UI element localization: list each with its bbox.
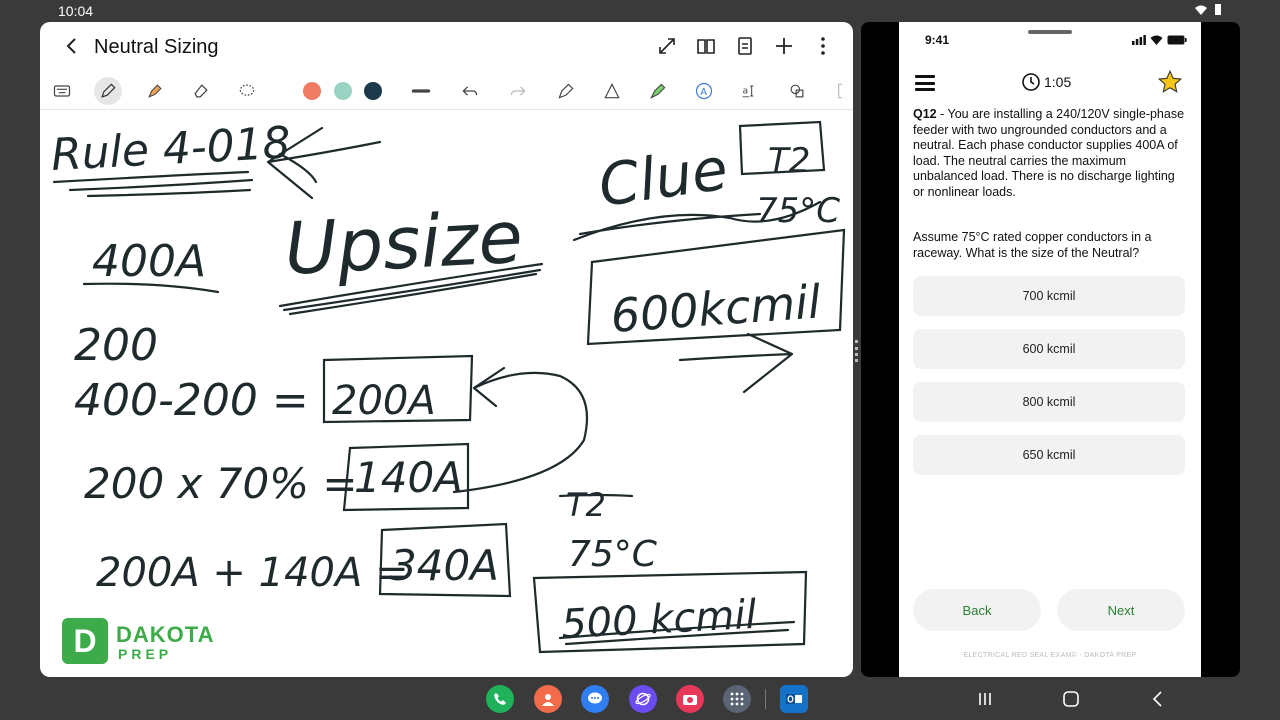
app-footer: ELECTRICAL RED SEAL EXAM© - DAKOTA PREP [963,652,1137,659]
notes-app-window: Neutral Sizing A a Rule 4-018 Upsize 400… [40,22,853,677]
handwriting-box2: 140A [354,453,463,502]
recent-apps-icon[interactable] [975,689,995,709]
handwriting-upsize: Upsize [282,195,524,291]
answer-option-2[interactable]: 600 kcmil [913,329,1185,369]
pen-thickness-icon[interactable] [409,79,433,103]
favorite-star-icon[interactable] [1157,69,1183,95]
handwriting-box1: 200A [332,378,436,424]
phone-app-icon[interactable] [486,685,514,713]
pen-color-coral[interactable] [303,82,321,100]
system-status-bar: 10:04 [0,0,1280,22]
handwriting-load: 400A [92,236,206,287]
handwriting-canvas[interactable]: Rule 4-018 Upsize 400A 200 400-200 = 200… [40,110,853,677]
question-text: Q12 - You are installing a 240/120V sing… [913,107,1189,200]
wifi-icon [1195,5,1207,15]
shapes-icon[interactable] [785,79,809,103]
pen-color-mint[interactable] [334,82,352,100]
eraser-icon[interactable] [189,79,213,103]
wifi-icon [1150,35,1163,45]
dock-separator [765,689,766,709]
messages-app-icon[interactable] [581,685,609,713]
text-style-icon[interactable]: A [692,79,716,103]
handwriting-line2: 400-200 = [74,375,309,426]
page-icon[interactable] [733,34,757,58]
back-arrow-icon[interactable] [60,34,84,58]
handwriting-clue: Clue [594,135,731,220]
browser-app-icon[interactable] [629,685,657,713]
split-view-divider[interactable] [853,22,861,677]
handwriting-line1: 200 [74,320,158,371]
book-view-icon[interactable] [694,34,718,58]
back-button[interactable]: Back [913,589,1041,631]
answer-option-1[interactable]: 700 kcmil [913,276,1185,316]
next-button[interactable]: Next [1057,589,1185,631]
expand-icon[interactable] [655,34,679,58]
highlighter-icon[interactable] [143,79,167,103]
right-arrow [678,332,794,394]
lasso-icon[interactable] [235,79,259,103]
keyboard-icon[interactable] [50,79,74,103]
answer-option-4[interactable]: 650 kcmil [913,435,1185,475]
quiz-app-window: 9:41 1:05 Q12 - You are installing a 240… [899,22,1201,677]
marker-icon[interactable] [646,79,670,103]
more-options-icon[interactable] [811,34,835,58]
handwriting-box3: 340A [390,541,499,590]
handwriting-box-bottom: 500 kcmil [560,592,758,648]
logo-word-prep: PREP [118,646,173,662]
undo-icon[interactable] [458,79,482,103]
battery-icon [1215,4,1221,15]
text-box-icon[interactable]: a [738,79,762,103]
question-number: Q12 [913,107,937,121]
logo-mark: D [62,618,108,664]
divider-handle[interactable] [855,340,858,362]
battery-icon [1167,35,1187,45]
camera-app-icon[interactable] [676,685,704,713]
svg-text:A: A [700,87,707,98]
loop-arrow [452,366,588,494]
more-tools-icon[interactable] [830,79,853,103]
handwriting-line3: 200 x 70% = [84,459,358,508]
logo-word-dakota: DAKOTA [116,622,215,647]
pen-icon[interactable] [94,77,122,105]
quiz-timer: 1:05 [1021,72,1071,92]
clock-icon [1022,73,1040,91]
dynamic-island [1028,30,1072,34]
phone-clock: 9:41 [925,33,950,47]
outlook-app-icon[interactable] [780,685,808,713]
notes-header: Neutral Sizing [40,22,853,72]
handwriting-t2-top: T2 [768,141,810,181]
signal-icon [1132,35,1146,45]
taskbar [0,677,1280,720]
handwriting-75c-top: 75°C [756,191,840,231]
handwriting-t2-bottom: T2 [566,486,606,524]
t2-underline [558,493,634,498]
pen-settings-icon[interactable] [554,79,578,103]
contacts-app-icon[interactable] [534,685,562,713]
question-prompt: Assume 75°C rated copper conductors in a… [913,230,1152,260]
back-nav-icon[interactable] [1148,689,1168,709]
question-body: - You are installing a 240/120V single-p… [913,107,1185,199]
handwriting-75c-bottom: 75°C [568,534,658,575]
note-title: Neutral Sizing [94,36,219,58]
dakota-prep-logo: D DAKOTA PREP [58,610,240,670]
hamburger-menu-icon[interactable] [915,75,935,91]
clock: 10:04 [58,3,94,19]
handwriting-line4: 200A + 140A = [96,550,409,596]
timer-value: 1:05 [1044,74,1072,90]
redo-icon[interactable] [506,79,530,103]
answer-option-3[interactable]: 800 kcmil [913,382,1185,422]
handwriting-rule: Rule 4-018 [50,118,292,181]
svg-text:a: a [743,86,749,97]
add-icon[interactable] [772,34,796,58]
apps-grid-icon[interactable] [723,685,751,713]
home-icon[interactable] [1061,689,1081,709]
drawing-toolbar: A a [40,72,853,110]
shape-pen-icon[interactable] [600,79,624,103]
pen-color-navy[interactable] [364,82,382,100]
